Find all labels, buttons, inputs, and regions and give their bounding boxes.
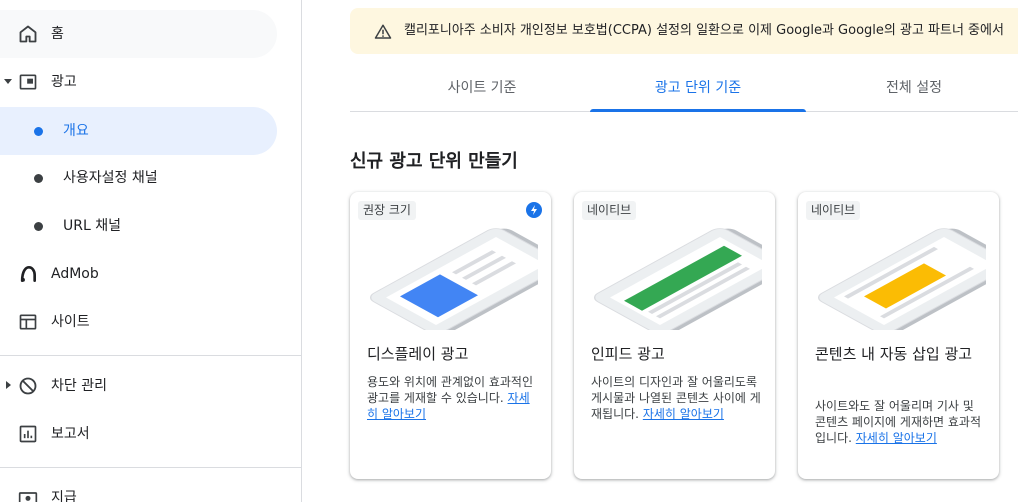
bolt-icon — [526, 202, 542, 218]
sidebar-item-home[interactable]: 홈 — [0, 10, 277, 58]
home-icon — [19, 25, 37, 43]
sidebar-item-label: 홈 — [51, 26, 64, 42]
card-description: 용도와 위치에 관계없이 효과적인 광고를 게재할 수 있습니다. 자세히 알아… — [367, 374, 537, 422]
sidebar-item-label: AdMob — [51, 266, 99, 282]
sidebar-item-ads[interactable]: 광고 — [0, 58, 277, 106]
sidebar-item-label: 지급 — [51, 490, 77, 502]
in-feed-ad-illustration — [593, 228, 762, 330]
sidebar-item-label: 개요 — [63, 123, 89, 139]
payments-icon — [18, 492, 38, 502]
sidebar-item-blocking-controls[interactable]: 차단 관리 — [0, 362, 277, 410]
card-description: 사이트와도 잘 어울리며 기사 및 콘텐츠 페이지에 게재하면 효과적입니다. … — [815, 398, 985, 446]
ad-type-card-in-feed[interactable]: 네이티브 인피드 광고 사이트의 디자인과 잘 어울리도록 게시물과 나열된 콘… — [574, 192, 775, 479]
ccpa-notice-banner: 캘리포니아주 소비자 개인정보 보호법(CCPA) 설정의 일환으로 이제 Go… — [350, 8, 1018, 54]
ads-icon — [19, 74, 37, 90]
bullet-dot-icon — [34, 174, 43, 183]
sidebar-item-payments[interactable]: 지급 — [0, 474, 277, 502]
active-tab-indicator — [590, 109, 806, 112]
sidebar-item-url-channels[interactable]: URL 채널 — [0, 202, 277, 250]
view-tabs: 사이트 기준 광고 단위 기준 전체 설정 — [350, 64, 1018, 112]
in-article-ad-illustration — [817, 228, 986, 330]
native-chip: 네이티브 — [582, 201, 637, 220]
card-description: 사이트의 디자인과 잘 어울리도록 게시물과 나열된 콘텐츠 사이에 게재됩니다… — [591, 374, 761, 422]
learn-more-link[interactable]: 자세히 알아보기 — [643, 407, 724, 421]
sidebar-item-sites[interactable]: 사이트 — [0, 298, 277, 346]
sites-icon — [19, 314, 37, 330]
chevron-right-icon[interactable] — [6, 381, 11, 389]
sidebar-item-custom-channels[interactable]: 사용자설정 채널 — [0, 154, 277, 202]
tab-global-settings[interactable]: 전체 설정 — [806, 64, 1018, 112]
tab-by-ad-unit[interactable]: 광고 단위 기준 — [590, 64, 806, 112]
display-ad-illustration — [369, 228, 538, 330]
sidebar-item-reports[interactable]: 보고서 — [0, 410, 277, 458]
sidebar-item-overview[interactable]: 개요 — [0, 107, 277, 155]
card-title: 디스플레이 광고 — [367, 345, 469, 363]
ad-type-card-in-article[interactable]: 네이티브 콘텐츠 내 자동 삽입 광고 사이트와도 잘 어울리며 기사 및 콘텐… — [798, 192, 999, 479]
sidebar-divider — [0, 355, 302, 356]
recommended-size-chip: 권장 크기 — [358, 201, 416, 220]
bullet-dot-icon — [34, 127, 43, 136]
reports-icon — [19, 425, 37, 443]
sidebar-item-label: 광고 — [51, 74, 77, 90]
banner-text: 캘리포니아주 소비자 개인정보 보호법(CCPA) 설정의 일환으로 이제 Go… — [404, 23, 1004, 38]
admob-icon — [20, 265, 37, 282]
block-icon — [19, 377, 37, 395]
sidebar: 홈 광고 개요 사용자설정 채널 URL 채널 AdMob 사이트 차단 관리 … — [0, 0, 302, 502]
tab-by-site[interactable]: 사이트 기준 — [374, 64, 590, 112]
ad-type-card-display[interactable]: 권장 크기 디스플레이 광고 용도와 위치에 관계없이 효과적인 광고를 게재할… — [350, 192, 551, 479]
warning-icon — [374, 24, 392, 39]
native-chip: 네이티브 — [806, 201, 861, 220]
chevron-down-icon[interactable] — [4, 79, 12, 84]
sidebar-divider — [0, 467, 302, 468]
card-title: 콘텐츠 내 자동 삽입 광고 — [815, 345, 973, 363]
card-title: 인피드 광고 — [591, 345, 665, 363]
sidebar-item-admob[interactable]: AdMob — [0, 250, 277, 298]
sidebar-item-label: 차단 관리 — [51, 378, 107, 394]
page-title: 신규 광고 단위 만들기 — [350, 151, 518, 172]
sidebar-item-label: 보고서 — [51, 426, 90, 442]
learn-more-link[interactable]: 자세히 알아보기 — [856, 431, 937, 445]
bullet-dot-icon — [34, 222, 43, 231]
sidebar-item-label: 사이트 — [51, 314, 90, 330]
sidebar-item-label: URL 채널 — [63, 218, 121, 234]
sidebar-item-label: 사용자설정 채널 — [63, 170, 158, 186]
